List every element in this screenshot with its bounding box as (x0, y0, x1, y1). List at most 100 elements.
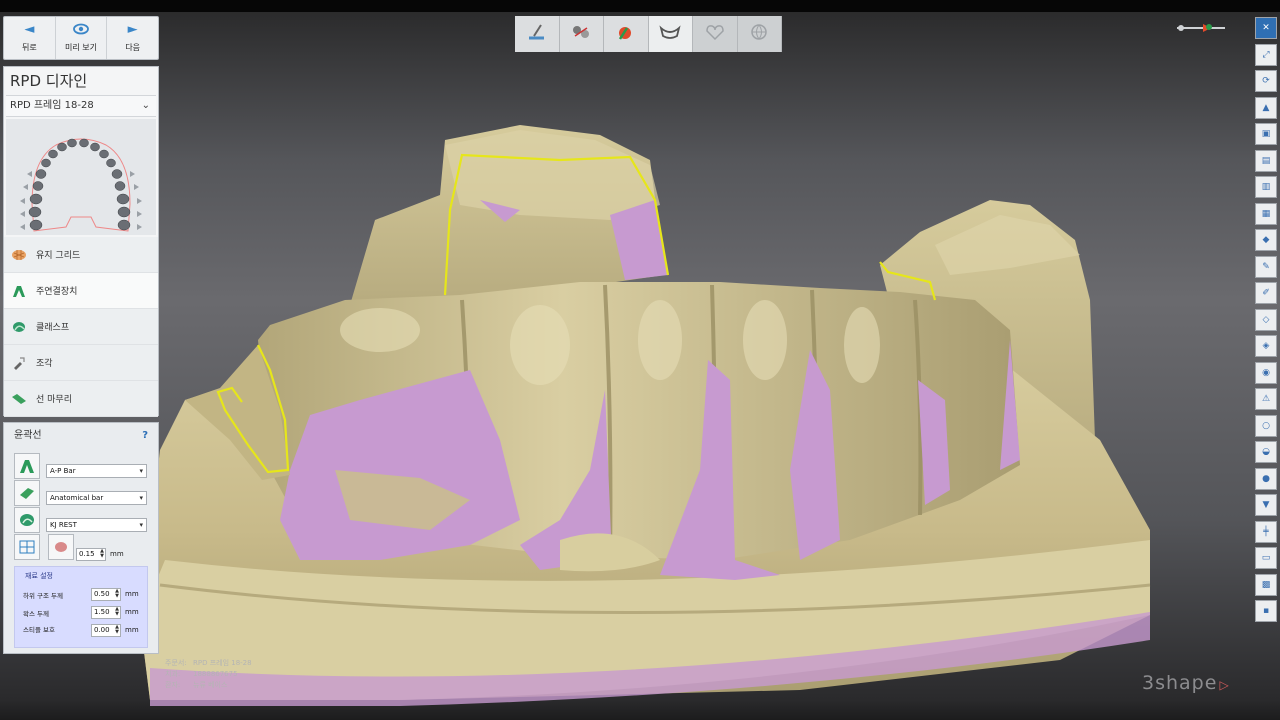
tool-button-10[interactable]: ● (1255, 467, 1277, 490)
step-label: 클래스프 (36, 323, 70, 333)
offset-input[interactable]: 0.15 ▲ ▼ (76, 548, 106, 561)
bar-type-select[interactable]: Anatomical bar ▾ (46, 491, 147, 505)
3d-viewport[interactable] (0, 12, 1280, 708)
rest-type-select[interactable]: KJ REST ▾ (46, 518, 147, 532)
ap-bar-icon[interactable] (14, 453, 40, 479)
anatomical-bar-icon[interactable] (14, 480, 40, 506)
tool-button-7[interactable]: ⚠ (1255, 388, 1277, 410)
view-side-button[interactable]: ▥ (1255, 176, 1277, 198)
rotate-button[interactable]: ⟳ (1255, 70, 1277, 92)
tool-button-11[interactable]: ▼ (1255, 494, 1277, 516)
tool-button-14[interactable]: ▩ (1255, 573, 1277, 596)
sculpt-icon (10, 355, 28, 371)
tool-button-5[interactable]: ◈ (1255, 335, 1277, 357)
tool-button-9[interactable]: ◒ (1255, 441, 1277, 463)
help-icon[interactable]: ? (142, 423, 148, 449)
substructure-thickness-value: 0.50 (94, 590, 110, 598)
cube-icon: ▣ (1261, 129, 1271, 139)
close-button[interactable]: ✕ (1255, 17, 1277, 39)
tool-button-6[interactable]: ◉ (1255, 361, 1277, 384)
next-button[interactable]: ► 다음 (107, 17, 158, 59)
chevron-down-icon: ▾ (139, 467, 143, 475)
step-clasp[interactable]: 클래스프 (4, 309, 158, 345)
wax-step-button[interactable] (604, 16, 649, 52)
major-connector-icon (10, 283, 28, 299)
step-sculpt[interactable]: 조각 (4, 345, 158, 381)
rest-type-value: KJ REST (50, 521, 77, 529)
plane-icon: ╪ (1263, 526, 1269, 537)
next-label: 다음 (125, 43, 141, 52)
connector-step-button[interactable] (693, 16, 738, 52)
rpd-design-panel: RPD 디자인 RPD 프레임 18-28 ⌄ 유지 그리드 주연결장치 클래스… (3, 66, 159, 417)
arrow-right-icon: ► (127, 22, 138, 37)
grid-icon[interactable] (14, 534, 40, 560)
spinner-icon[interactable]: ▲ ▼ (115, 589, 119, 599)
brand-logo: 3shape ▷ (1142, 672, 1230, 694)
frame-select[interactable]: RPD 프레임 18-28 ⌄ (6, 95, 156, 117)
offset-unit: mm (110, 550, 124, 558)
transparency-slider[interactable] (1175, 20, 1231, 34)
substructure-thickness-input[interactable]: 0.50 ▲ ▼ (91, 588, 121, 601)
ruler-icon: ▭ (1261, 553, 1271, 563)
unit-label: mm (125, 608, 139, 616)
view-toolbar: ✕ ⤢ ⟳ ▲ ▣ ▤ ▥ ▦ ◆ ✎ ✐ ◇ ◈ ◉ ⚠ ○ ◒ ● ▼ ╪ … (1255, 17, 1277, 627)
survey-icon (526, 22, 548, 46)
view-front-button[interactable]: ▣ (1255, 123, 1277, 145)
arrow-left-icon: ◄ (24, 22, 35, 37)
back-button[interactable]: ◄ 뒤로 (4, 17, 56, 59)
connector-type-select[interactable]: A-P Bar ▾ (46, 464, 147, 478)
cube-icon: ▦ (1261, 208, 1271, 219)
tool-button-8[interactable]: ○ (1255, 414, 1277, 437)
material-settings: 재료 설정 하위 구조 두께 0.50 ▲ ▼ mm 왁스 두께 1.50 ▲ ▼ … (14, 566, 148, 648)
bar-row (14, 480, 40, 506)
circle-icon: ○ (1262, 420, 1270, 431)
back-label: 뒤로 (21, 43, 37, 52)
tool-button-12[interactable]: ╪ (1255, 520, 1277, 543)
smooth-tool-icon[interactable] (48, 534, 74, 560)
layer-icon: ◇ (1262, 314, 1270, 325)
block-out-step-button[interactable] (559, 16, 604, 52)
dental-arch-chart[interactable] (6, 119, 156, 235)
tool-button-1[interactable]: ◆ (1255, 229, 1277, 251)
patient-value: 뉴류 베이스 (193, 681, 228, 689)
step-finish-line[interactable]: 선 마무리 (4, 381, 158, 417)
order-info: 주문서: RPD 프레임 18-28 치과: 1888867675 환자: 뉴류 베이… (165, 658, 252, 691)
connector-type-value: A-P Bar (50, 467, 76, 475)
survey-step-button[interactable] (515, 16, 560, 52)
print-icon: ▩ (1261, 579, 1271, 590)
tool-button-13[interactable]: ▭ (1255, 547, 1277, 569)
rest-icon[interactable] (14, 507, 40, 533)
view-back-button[interactable]: ▦ (1255, 202, 1277, 225)
brand-text: 3shape (1142, 672, 1218, 694)
tool-button-2[interactable]: ✎ (1255, 255, 1277, 278)
spinner-icon[interactable]: ▲ ▼ (115, 625, 119, 635)
order-key: 주문서: (165, 659, 187, 667)
bar-type-value: Anatomical bar (50, 494, 104, 502)
tool-button-3[interactable]: ✐ (1255, 282, 1277, 304)
preview-button[interactable]: 미리 보기 (56, 17, 108, 59)
view-top-button[interactable]: ▤ (1255, 149, 1277, 172)
block-out-icon (570, 22, 592, 46)
spinner-icon[interactable]: ▲ ▼ (115, 607, 119, 617)
cap-button[interactable]: ▲ (1255, 96, 1277, 119)
unit-label: mm (125, 626, 139, 634)
spinner-icon[interactable]: ▲ ▼ (100, 549, 104, 559)
tool-button-15[interactable]: ▪ (1255, 600, 1277, 622)
offset-row (14, 534, 74, 560)
chevron-down-icon: ▾ (139, 521, 143, 529)
contour-panel: 윤곽선 ? A-P Bar ▾ Anatomical bar ▾ KJ REST… (3, 422, 159, 654)
wax-icon (615, 22, 637, 46)
stipple-protection-input[interactable]: 0.00 ▲ ▼ (91, 624, 121, 637)
step-major-connector[interactable]: 주연결장치 (4, 273, 158, 309)
panel-title: RPD 디자인 (10, 72, 88, 90)
fullscreen-button[interactable]: ⤢ (1255, 43, 1277, 66)
wax-thickness-input[interactable]: 1.50 ▲ ▼ (91, 606, 121, 619)
step-retention-grid[interactable]: 유지 그리드 (4, 237, 158, 273)
material-title: 재료 설정 (25, 572, 53, 580)
tool-button-4[interactable]: ◇ (1255, 308, 1277, 331)
framework-step-button[interactable] (648, 16, 693, 52)
tooth-icon: ◆ (1262, 235, 1270, 245)
frame-select-value: RPD 프레임 18-28 (10, 100, 94, 111)
material-label: 왁스 두께 (23, 610, 49, 618)
finish-step-button[interactable] (737, 16, 782, 52)
